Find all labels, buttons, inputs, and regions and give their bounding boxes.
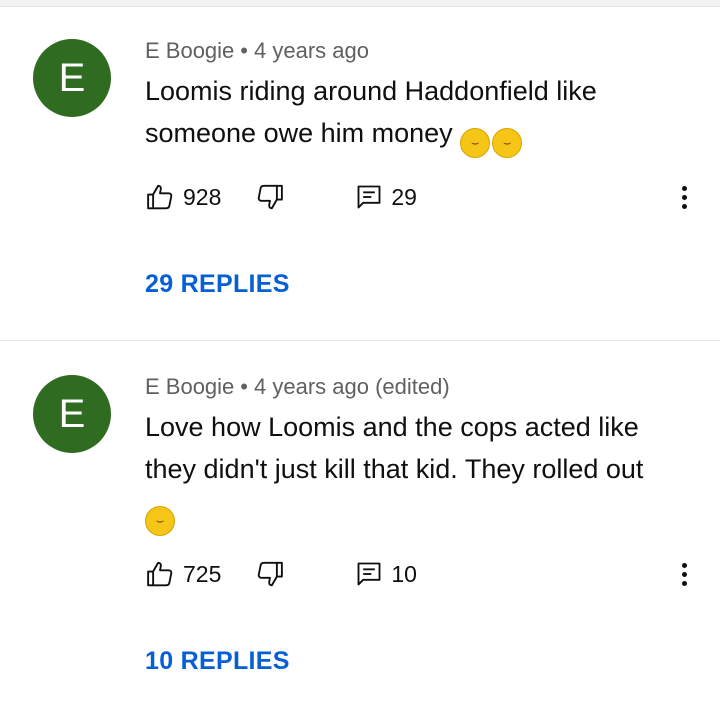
comment-icon: [357, 185, 381, 209]
timestamp: 4 years ago: [254, 38, 369, 63]
comment-line: Love how Loomis and the cops acted like: [145, 412, 639, 442]
thumbs-up-icon: [147, 561, 173, 587]
comment-text: Love how Loomis and the cops acted like …: [145, 406, 685, 536]
more-options-button[interactable]: [672, 557, 696, 591]
comment-meta: E Boogie • 4 years ago (edited): [145, 374, 450, 400]
comment-icon: [357, 562, 381, 586]
kebab-menu-icon: [681, 185, 687, 191]
face-with-tears-of-joy-icon: ⌣: [492, 128, 523, 158]
comment-line: someone owe him money: [145, 118, 453, 148]
dislike-button[interactable]: [255, 559, 285, 589]
comment-line: Loomis riding around Haddonfield like: [145, 76, 597, 106]
face-with-tears-of-joy-icon: ⌣: [460, 128, 491, 158]
reply-count: 10: [391, 560, 417, 587]
reply-button[interactable]: 10: [355, 560, 417, 588]
view-replies-button[interactable]: 29 REPLIES: [145, 270, 290, 299]
thumbs-down-icon: [258, 184, 284, 210]
author-name[interactable]: E Boogie: [145, 38, 234, 63]
comment-actions: 928 29: [145, 180, 417, 214]
like-button[interactable]: 928: [145, 182, 221, 212]
like-count: 928: [183, 183, 222, 210]
face-with-tears-of-joy-icon: ⌣: [145, 506, 175, 536]
author-name[interactable]: E Boogie: [145, 374, 234, 399]
thumbs-up-icon: [147, 184, 173, 210]
reply-count: 29: [391, 183, 417, 210]
comment-text: Loomis riding around Haddonfield like so…: [145, 70, 685, 158]
meta-separator: •: [240, 38, 248, 63]
comment-actions: 725 10: [145, 557, 417, 591]
avatar[interactable]: E: [33, 39, 111, 117]
kebab-menu-icon: [681, 562, 687, 568]
comment-line: they didn't just kill that kid. They rol…: [145, 454, 644, 484]
thumbs-down-icon: [258, 561, 284, 587]
dislike-button[interactable]: [255, 182, 285, 212]
timestamp: 4 years ago (edited): [254, 374, 450, 399]
comment-meta: E Boogie • 4 years ago: [145, 38, 369, 64]
reply-button[interactable]: 29: [355, 183, 417, 211]
like-button[interactable]: 725: [145, 559, 221, 589]
top-divider: [0, 0, 720, 7]
more-options-button[interactable]: [672, 180, 696, 214]
comment-divider: [0, 340, 720, 341]
like-count: 725: [183, 560, 222, 587]
avatar-letter: E: [58, 391, 86, 436]
view-replies-button[interactable]: 10 REPLIES: [145, 647, 290, 676]
avatar-letter: E: [58, 55, 86, 100]
avatar[interactable]: E: [33, 375, 111, 453]
meta-separator: •: [240, 374, 248, 399]
